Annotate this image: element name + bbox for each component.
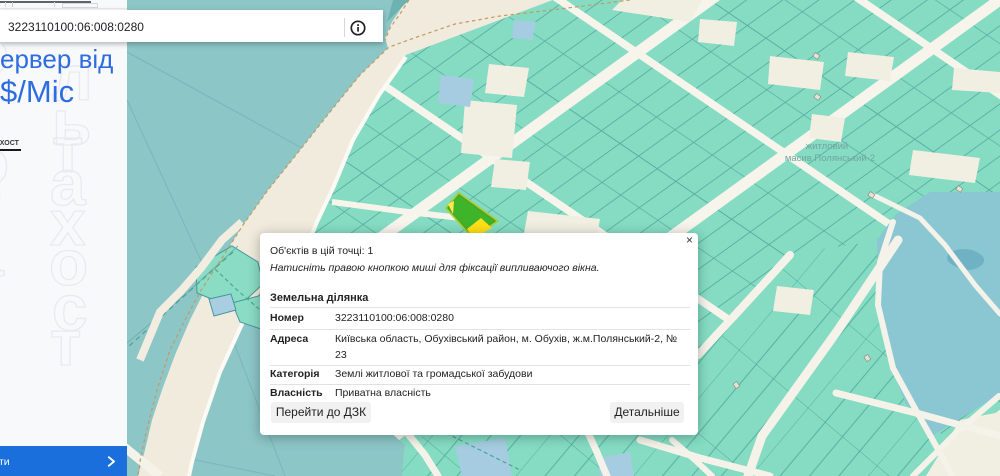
svg-text:житловий: житловий bbox=[806, 141, 848, 152]
svg-text:масив Полянський-2: масив Полянський-2 bbox=[785, 153, 875, 164]
